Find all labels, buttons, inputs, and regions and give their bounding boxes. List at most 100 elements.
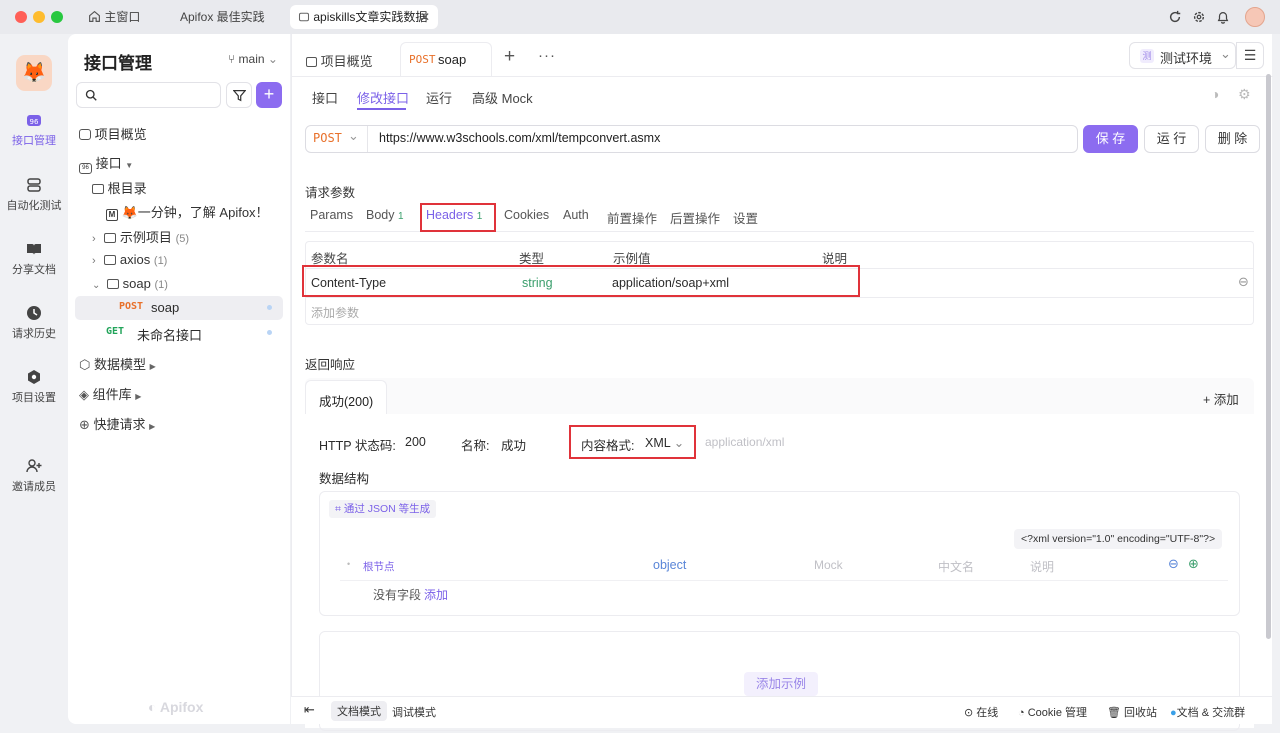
caret-right-icon: ▶	[135, 392, 142, 401]
tree-item-get-unnamed[interactable]: GET 未命名接口	[75, 321, 283, 345]
add-button[interactable]: +	[256, 82, 282, 108]
rail-label: 接口管理	[12, 135, 56, 147]
scrollbar[interactable]	[1266, 74, 1271, 639]
debug-mode-button[interactable]: 调试模式	[392, 704, 436, 720]
branch-selector[interactable]: ⑂ main ⌄	[228, 52, 278, 66]
response-tab-200[interactable]: 成功(200)	[305, 380, 387, 414]
active-tab-underline	[357, 108, 406, 110]
save-button[interactable]: 保 存	[1083, 125, 1138, 153]
maximize-window-button[interactable]	[51, 11, 63, 23]
window-tab-home[interactable]: 主窗口	[88, 5, 140, 29]
tree-item-post-soap[interactable]: POST soap	[75, 296, 283, 320]
close-tab-icon[interactable]: ✕	[420, 5, 430, 29]
name-value[interactable]: 成功	[501, 435, 526, 454]
param-tab-settings[interactable]: 设置	[733, 208, 758, 227]
chevron-down-icon: ⌄	[92, 280, 101, 291]
param-tab-cookies[interactable]: Cookies	[504, 208, 549, 222]
subtab-api[interactable]: 接口	[312, 88, 338, 107]
type-object[interactable]: object	[653, 558, 686, 572]
tree-folder-axios[interactable]: › axios (1)	[92, 252, 167, 267]
settings-icon[interactable]	[1192, 10, 1206, 24]
param-tab-pre[interactable]: 前置操作	[607, 208, 657, 227]
tree-item-overview[interactable]: 项目概览	[79, 124, 147, 143]
xml-declaration[interactable]: <?xml version="1.0" encoding="UTF-8"?>	[1014, 529, 1223, 549]
rail-invite-members[interactable]: 邀请成员	[0, 458, 68, 494]
subtab-mock[interactable]: 高级 Mock	[472, 88, 533, 107]
doc-mode-button[interactable]: 文档模式	[331, 701, 387, 721]
tree-item-components[interactable]: ◈ 组件库 ▶	[79, 384, 141, 403]
collapse-icon[interactable]: ⊖	[1168, 556, 1179, 572]
gear-icon[interactable]: ⚙	[1238, 86, 1251, 103]
menu-icon[interactable]: ☰	[1236, 42, 1264, 69]
status-dot	[267, 305, 272, 310]
brand-label: Apifox	[159, 699, 204, 715]
caret-right-icon: ▶	[149, 362, 156, 371]
rail-history[interactable]: 请求历史	[0, 305, 68, 341]
tree-item-intro-doc[interactable]: M 🦊一分钟，了解 Apifox！	[106, 202, 269, 221]
tree-folder-soap[interactable]: ⌄ soap (1)	[92, 276, 168, 291]
http-status-value[interactable]: 200	[405, 435, 426, 449]
add-field-link[interactable]: 添加	[424, 586, 448, 603]
tree-item-root[interactable]: 根目录	[92, 178, 147, 197]
subtab-edit[interactable]: 修改接口	[357, 88, 409, 107]
desc-field[interactable]: 说明	[1030, 558, 1054, 575]
window-tab-active[interactable]: apiskills文章实践数据 ✕	[290, 5, 438, 29]
collapse-sidebar-icon[interactable]: ⇤	[304, 702, 315, 718]
mime-input[interactable]: application/xml	[705, 435, 784, 449]
param-tab-params[interactable]: Params	[310, 208, 353, 222]
param-tab-auth[interactable]: Auth	[563, 208, 589, 222]
rail-automation[interactable]: 自动化测试	[0, 177, 68, 213]
tab-post-soap[interactable]: POST soap	[400, 42, 492, 76]
delete-button[interactable]: 删 除	[1205, 125, 1260, 153]
add-example-button[interactable]: 添加示例	[744, 672, 819, 696]
refresh-icon[interactable]	[1168, 10, 1182, 24]
data-structure-title: 数据结构	[319, 472, 370, 486]
folder-icon	[104, 255, 117, 265]
trash-button[interactable]: 🗑 回收站	[1107, 704, 1157, 720]
tree-item-quick-request[interactable]: ⊕ 快捷请求 ▶	[79, 414, 155, 433]
add-param-input[interactable]: 添加参数	[311, 304, 359, 321]
param-tab-body[interactable]: Body 1	[366, 208, 404, 222]
add-field-icon[interactable]: ⊕	[1188, 556, 1199, 572]
rail-label: 自动化测试	[6, 200, 62, 212]
add-response-button[interactable]: + 添加	[1203, 389, 1239, 408]
user-avatar[interactable]	[1245, 7, 1265, 27]
online-status[interactable]: ⊙ 在线	[964, 704, 998, 720]
cn-name-field[interactable]: 中文名	[938, 558, 974, 575]
cookie-manager[interactable]: ◔ Cookie 管理	[1018, 704, 1087, 720]
no-field-text: 没有字段	[373, 588, 422, 602]
close-window-button[interactable]	[15, 11, 27, 23]
more-icon[interactable]: ···	[538, 47, 556, 64]
new-tab-button[interactable]: +	[504, 46, 515, 68]
bell-icon[interactable]	[1216, 10, 1230, 24]
param-tab-post[interactable]: 后置操作	[670, 208, 720, 227]
run-button[interactable]: 运 行	[1144, 125, 1199, 153]
tree-item-api[interactable]: 96 接口 ▼	[79, 153, 133, 174]
subtab-run[interactable]: 运行	[426, 88, 452, 107]
remove-row-icon[interactable]: ⊖	[1238, 274, 1249, 290]
tree-label: 未命名接口	[137, 328, 203, 343]
rail-project-settings[interactable]: 项目设置	[0, 369, 68, 405]
tree-item-data-models[interactable]: ⬡ 数据模型 ▶	[79, 354, 156, 373]
theme-icon[interactable]: ◑	[1211, 86, 1219, 102]
rail-share-docs[interactable]: 分享文档	[0, 241, 68, 277]
search-input[interactable]	[76, 82, 221, 108]
project-logo[interactable]: 🦊	[16, 55, 52, 91]
generate-from-json-button[interactable]: ⌗ 通过 JSON 等生成	[329, 500, 437, 518]
tree-label: 🦊一分钟，了解 Apifox！	[121, 205, 269, 220]
tree-folder-examples[interactable]: › 示例项目 (5)	[92, 227, 189, 246]
plus-icon: +	[1203, 393, 1211, 407]
mock-field[interactable]: Mock	[814, 558, 843, 572]
tab-project-overview[interactable]: 项目概览	[306, 51, 373, 70]
divider	[305, 297, 1254, 298]
env-selector[interactable]: 测 测试环境 ⌄	[1129, 42, 1236, 69]
rail-api-management[interactable]: 96 接口管理	[0, 112, 68, 148]
method-select[interactable]: POST ⌄	[306, 126, 368, 152]
minimize-window-button[interactable]	[33, 11, 45, 23]
window-tab-label: 主窗口	[104, 10, 141, 24]
button-label: 通过 JSON 等生成	[343, 503, 431, 515]
filter-button[interactable]	[226, 82, 252, 108]
window-tab-best-practice[interactable]: Apifox 最佳实践	[180, 5, 265, 29]
docs-community[interactable]: ●文档 & 交流群	[1170, 704, 1245, 720]
url-input[interactable]: https://www.w3schools.com/xml/tempconver…	[379, 131, 660, 145]
